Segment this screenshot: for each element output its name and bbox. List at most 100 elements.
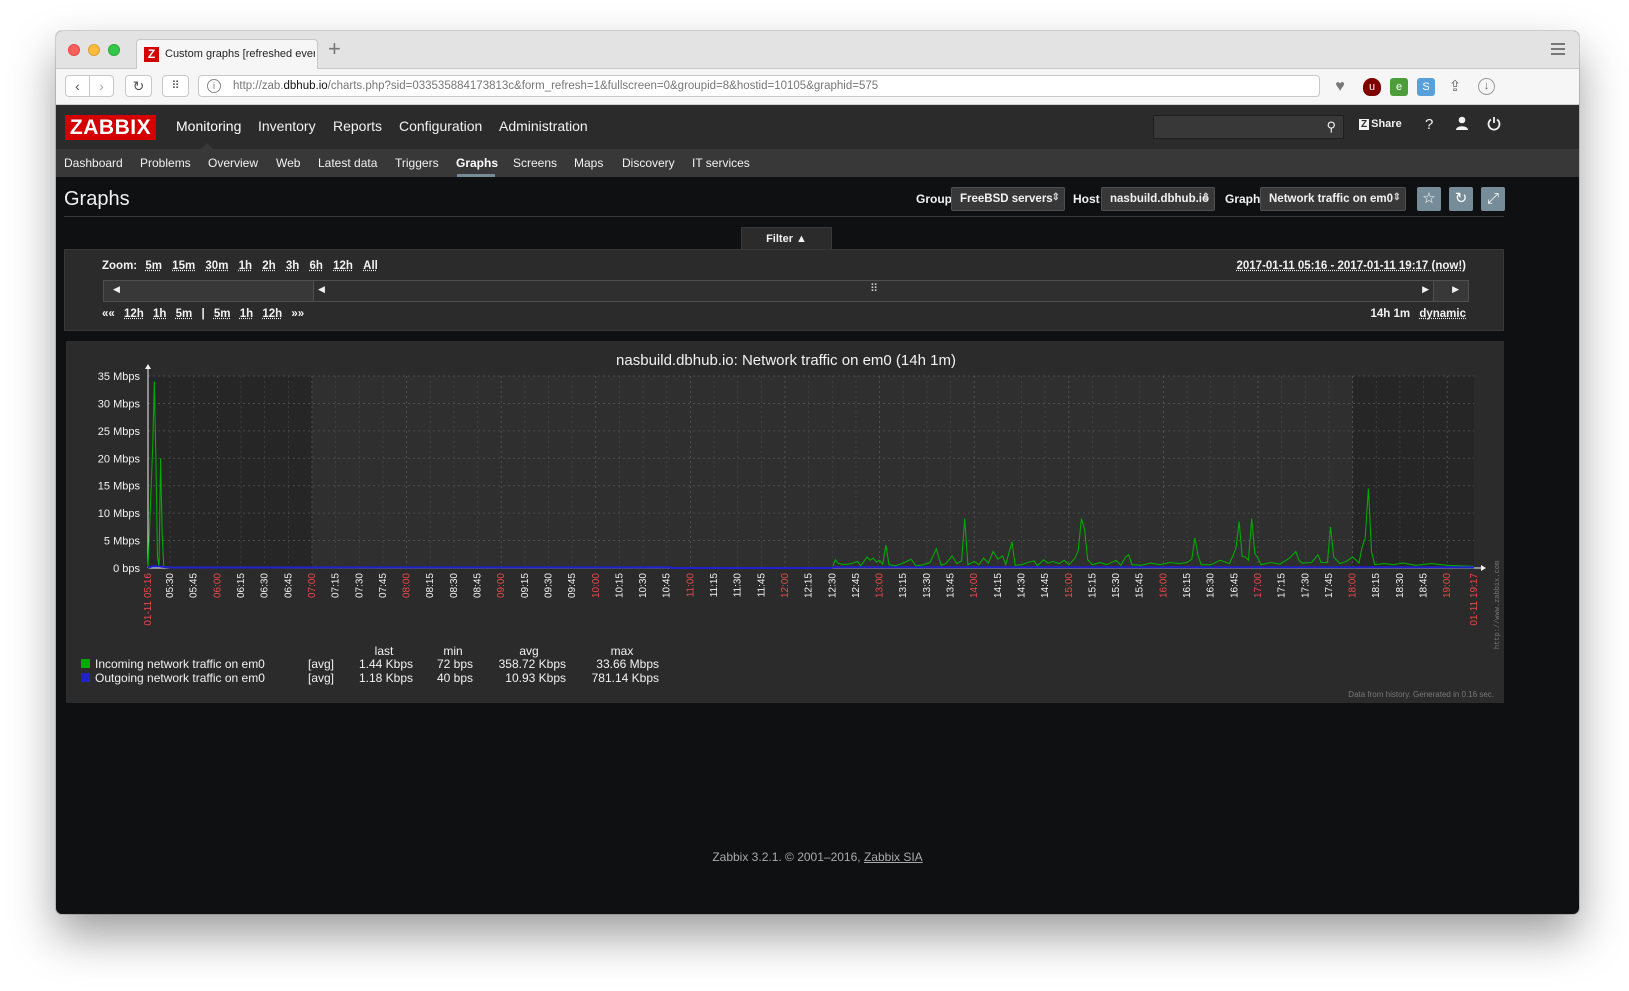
fwd-fast[interactable]: »» [291, 308, 304, 320]
subnav-screens[interactable]: Screens [513, 156, 557, 170]
subnav-dashboard[interactable]: Dashboard [64, 156, 123, 170]
search-icon[interactable]: ⚲ [1326, 119, 1336, 135]
filter-toggle[interactable]: Filter ▲ [741, 227, 832, 249]
x-tick-label: 12:00 [780, 573, 791, 598]
heart-icon[interactable]: ♥ [1331, 78, 1349, 96]
s-extension-icon[interactable]: S [1417, 78, 1435, 96]
back-fast[interactable]: «« [102, 308, 115, 320]
thumb-left-handle-icon[interactable]: ◀ [318, 284, 325, 295]
back-1h[interactable]: 1h [153, 308, 166, 320]
browser-tab[interactable]: Z Custom graphs [refreshed every [136, 39, 318, 69]
graph-select[interactable]: Network traffic on em0 [1260, 187, 1406, 211]
site-info-icon[interactable]: i [207, 79, 221, 93]
x-tick-label: 15:30 [1111, 573, 1122, 598]
scroll-right-icon[interactable]: ▶ [1452, 284, 1459, 295]
url-text: http://zab.dbhub.io/charts.php?sid=03353… [233, 80, 879, 92]
zoom-2h[interactable]: 2h [262, 260, 275, 272]
zoom-30m[interactable]: 30m [205, 260, 228, 272]
zoom-12h[interactable]: 12h [333, 260, 353, 272]
timeline-scrollbar[interactable]: ◀ ◀ ⠿ ▶ ▶ [103, 280, 1469, 302]
subnav-overview[interactable]: Overview [208, 156, 258, 170]
subnav-problems[interactable]: Problems [140, 156, 191, 170]
subnav-it-services[interactable]: IT services [692, 156, 750, 170]
period-info: 14h 1m dynamic [1370, 308, 1466, 320]
share-button[interactable]: Z Share [1359, 118, 1402, 130]
zoom-3h[interactable]: 3h [286, 260, 299, 272]
x-tick-label: 15:15 [1087, 573, 1098, 598]
x-tick-label: 17:30 [1300, 573, 1311, 598]
sub-navigation: Dashboard Problems Overview Web Latest d… [56, 149, 1579, 177]
subnav-triggers[interactable]: Triggers [395, 156, 439, 170]
forward-button[interactable]: › [89, 75, 114, 97]
help-icon[interactable]: ? [1425, 116, 1433, 133]
fwd-5m[interactable]: 5m [214, 308, 231, 320]
minimize-window-button[interactable] [88, 44, 100, 56]
download-icon[interactable]: ↓ [1478, 78, 1495, 95]
favourite-star-icon[interactable]: ☆ [1417, 187, 1441, 211]
nav-reports[interactable]: Reports [333, 118, 382, 134]
close-window-button[interactable] [68, 44, 80, 56]
address-bar[interactable]: i http://zab.dbhub.io/charts.php?sid=033… [198, 75, 1320, 97]
host-select[interactable]: nasbuild.dbhub.io [1101, 187, 1215, 211]
grip-icon[interactable]: ⠿ [870, 282, 878, 295]
apps-grid-button[interactable]: ⠿ [162, 75, 189, 97]
y-tick-label: 30 Mbps [98, 398, 141, 410]
active-subnav-underline [457, 174, 495, 177]
legend-series-name: Incoming network traffic on em0 [95, 657, 265, 671]
zabbix-logo[interactable]: ZABBIX [65, 115, 156, 140]
fullscreen-icon[interactable]: ⤢ [1481, 187, 1505, 211]
footer-link[interactable]: Zabbix SIA [864, 850, 923, 864]
zoom-15m[interactable]: 15m [172, 260, 195, 272]
subnav-web[interactable]: Web [276, 156, 300, 170]
x-tick-label: 06:15 [236, 573, 247, 598]
zoom-1h[interactable]: 1h [239, 260, 252, 272]
legend-func: [avg] [308, 671, 334, 685]
subnav-latest-data[interactable]: Latest data [318, 156, 377, 170]
nav-monitoring[interactable]: Monitoring [176, 118, 241, 134]
scroll-left-icon[interactable]: ◀ [113, 284, 120, 295]
zoom-5m[interactable]: 5m [145, 260, 162, 272]
power-icon[interactable] [1487, 116, 1501, 135]
ublock-icon[interactable]: u [1363, 78, 1381, 96]
zoom-6h[interactable]: 6h [310, 260, 323, 272]
search-input[interactable]: ⚲ [1153, 115, 1344, 139]
subnav-graphs[interactable]: Graphs [456, 156, 498, 170]
legend-swatch [81, 659, 90, 668]
reload-button[interactable]: ↻ [125, 75, 152, 97]
nav-administration[interactable]: Administration [499, 118, 588, 134]
time-range[interactable]: 2017-01-11 05:16 - 2017-01-11 19:17 (now… [1237, 260, 1467, 272]
legend-max: 33.66 Mbps [596, 657, 659, 671]
x-tick-label: 13:45 [946, 573, 957, 598]
x-tick-label: 10:45 [662, 573, 673, 598]
refresh-icon[interactable]: ↻ [1449, 187, 1473, 211]
fwd-12h[interactable]: 12h [262, 308, 282, 320]
period-mode[interactable]: dynamic [1419, 308, 1466, 320]
x-axis-arrow [1481, 565, 1486, 571]
legend-swatch [81, 673, 90, 682]
y-tick-label: 10 Mbps [98, 508, 141, 520]
back-5m[interactable]: 5m [176, 308, 193, 320]
zoom-all[interactable]: All [363, 260, 378, 272]
user-icon[interactable] [1455, 116, 1469, 135]
new-tab-button[interactable]: + [328, 38, 341, 60]
x-tick-label: 09:30 [543, 573, 554, 598]
timeline-scroll-thumb[interactable]: ◀ ⠿ ▶ [313, 281, 1434, 301]
x-tick-label: 07:15 [331, 573, 342, 598]
back-button[interactable]: ‹ [65, 75, 90, 97]
nav-inventory[interactable]: Inventory [258, 118, 316, 134]
group-select[interactable]: FreeBSD servers [951, 187, 1065, 211]
fwd-1h[interactable]: 1h [240, 308, 253, 320]
footer: Zabbix 3.2.1. © 2001–2016, Zabbix SIA [56, 850, 1579, 864]
nav-configuration[interactable]: Configuration [399, 118, 482, 134]
share-icon[interactable]: ⇪ [1446, 78, 1464, 96]
back-12h[interactable]: 12h [124, 308, 144, 320]
tab-overview-icon[interactable] [1551, 43, 1565, 55]
subnav-discovery[interactable]: Discovery [622, 156, 675, 170]
thumb-right-handle-icon[interactable]: ▶ [1422, 284, 1429, 295]
evernote-icon[interactable]: e [1390, 78, 1408, 96]
x-tick-label: 13:00 [875, 573, 886, 598]
filter-panel: Zoom: 5m 15m 30m 1h 2h 3h 6h 12h All 201… [64, 249, 1504, 331]
zoom-window-button[interactable] [108, 44, 120, 56]
x-tick-label: 18:00 [1348, 573, 1359, 598]
subnav-maps[interactable]: Maps [574, 156, 603, 170]
